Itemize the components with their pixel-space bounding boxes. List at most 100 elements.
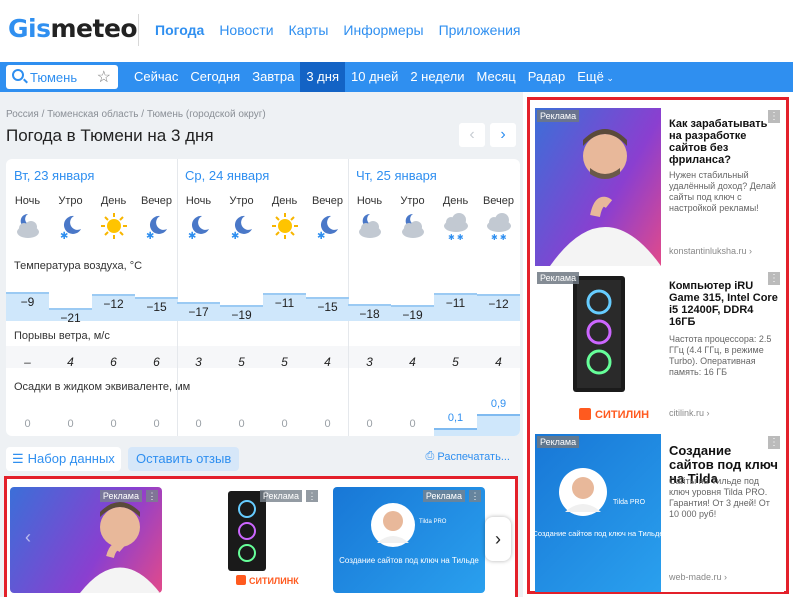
sidebar-ads: Реклама ⋮ Как зарабатывать на разработке… <box>527 97 789 594</box>
svg-text:✱: ✱ <box>188 231 196 241</box>
cloud-snow-icon: ✱ ✱ <box>434 211 477 241</box>
precip-value: 0,9 <box>490 398 507 411</box>
forecast-card: Температура воздуха, °C Порывы ветра, м/… <box>6 159 520 436</box>
cloud-snow-icon: ✱ ✱ <box>477 211 520 241</box>
precip-bar <box>477 414 520 436</box>
tab-more[interactable]: Ещё ⌄ <box>571 62 620 92</box>
man-portrait-image <box>80 502 160 593</box>
sliders-icon: ☰ <box>12 451 24 466</box>
citilink-logo-text: СИТИЛИНК <box>249 576 299 586</box>
precip-value: 0 <box>281 418 288 430</box>
period-label: Ночь <box>356 195 383 207</box>
period-label: День <box>271 195 298 207</box>
page-title: Погода в Тюмени на 3 дня <box>6 126 214 145</box>
data-set-button[interactable]: ☰ Набор данных <box>6 447 121 471</box>
ad-card[interactable]: СИТИЛИНК Реклама ⋮ <box>170 487 322 593</box>
tab-3-days[interactable]: 3 дня <box>300 62 345 92</box>
period-label: Ночь <box>185 195 212 207</box>
precip-value: 0 <box>324 418 331 430</box>
moon-cloud-icon <box>6 211 49 241</box>
city-search[interactable]: ☆ <box>6 65 118 89</box>
wind-value: – <box>24 355 31 369</box>
moon-snow-icon: ✱ <box>306 211 349 241</box>
tilda-ad-text: Создание сайтов под ключ на Тильде <box>535 529 661 538</box>
precip-value: 0 <box>195 418 202 430</box>
ad-card[interactable]: Tilda PRO Создание сайтов под ключ на Ти… <box>333 487 485 593</box>
ad-card[interactable]: Реклама ⋮ Как зарабатывать на разработке… <box>535 108 784 266</box>
ad-link[interactable]: web-made.ru › <box>669 572 727 582</box>
ad-card[interactable]: Tilda PRO Создание сайтов под ключ на Ти… <box>535 434 784 592</box>
logo-divider <box>138 14 139 46</box>
ad-title[interactable]: Компьютер iRU Game 315, Intel Core i5 12… <box>669 280 779 328</box>
top-nav-apps[interactable]: Приложения <box>439 22 521 38</box>
wind-value: 4 <box>67 355 74 369</box>
period-label: День <box>442 195 469 207</box>
tab-now[interactable]: Сейчас <box>128 62 184 92</box>
precip-value: 0 <box>24 418 31 430</box>
ad-link[interactable]: citilink.ru › <box>669 408 710 418</box>
tilda-badge-text: Tilda PRO <box>419 519 447 525</box>
tilda-ad-text: Создание сайтов под ключ на Тильде <box>339 556 479 565</box>
svg-text:✱ ✱: ✱ ✱ <box>491 233 507 241</box>
ad-label: Реклама <box>422 490 465 502</box>
tab-more-label: Ещё <box>577 69 604 84</box>
wind-value: 5 <box>238 355 245 369</box>
print-button[interactable]: ⎙ Распечатать... <box>426 450 510 463</box>
breadcrumb[interactable]: Россия / Тюменская область / Тюмень (гор… <box>6 109 266 120</box>
ad-label: Реклама <box>537 436 580 448</box>
top-nav-news[interactable]: Новости <box>219 22 273 38</box>
wind-label: Порывы ветра, м/с <box>14 330 110 342</box>
temperature-value: −15 <box>317 300 338 314</box>
precip-value: 0 <box>238 418 245 430</box>
tab-today[interactable]: Сегодня <box>184 62 246 92</box>
tab-radar[interactable]: Радар <box>522 62 572 92</box>
carousel-prev-icon[interactable]: ‹ <box>25 527 31 548</box>
temperature-value: −11 <box>274 296 295 310</box>
action-buttons: ☰ Набор данных Оставить отзыв ⎙ Распечат… <box>6 447 520 471</box>
pc-case-image: СИТИЛИНК <box>228 491 299 586</box>
carousel-next-icon[interactable]: › <box>485 517 511 561</box>
ad-card[interactable]: Реклама ⋮ <box>10 487 162 593</box>
citilink-logo-text: СИТИЛИН <box>595 409 649 421</box>
next-arrow-icon[interactable]: › <box>490 123 516 147</box>
tab-tomorrow[interactable]: Завтра <box>246 62 300 92</box>
star-icon[interactable]: ☆ <box>97 67 111 87</box>
wind-value: 4 <box>409 355 416 369</box>
top-nav-informers[interactable]: Информеры <box>343 22 423 38</box>
site-header: Gismeteo Погода Новости Карты Информеры … <box>0 0 793 62</box>
ad-card[interactable]: СИТИЛИН Реклама ⋮ Компьютер iRU Game 315… <box>535 270 784 428</box>
ad-title[interactable]: Как зарабатывать на разработке сайтов бе… <box>669 118 779 166</box>
temperature-value: −19 <box>402 308 423 322</box>
wind-value: 5 <box>281 355 288 369</box>
tilda-ad-image: Tilda PRO Создание сайтов под ключ на Ти… <box>535 468 661 538</box>
top-nav-weather[interactable]: Погода <box>155 22 204 38</box>
search-input[interactable] <box>30 68 92 86</box>
tab-month[interactable]: Месяц <box>471 62 522 92</box>
more-icon[interactable]: ⋮ <box>469 490 481 502</box>
period-label: Вечер <box>482 195 515 207</box>
moon-cloud-icon <box>391 211 434 241</box>
review-button[interactable]: Оставить отзыв <box>128 447 240 471</box>
tab-10-days[interactable]: 10 дней <box>345 62 404 92</box>
temperature-value: −12 <box>488 297 509 311</box>
svg-text:✱: ✱ <box>317 231 325 241</box>
ad-link-text: web-made.ru <box>669 572 722 582</box>
sun-icon <box>92 211 135 241</box>
ad-label: Реклама <box>259 490 302 502</box>
more-icon[interactable]: ⋮ <box>146 490 158 502</box>
prev-arrow-icon[interactable]: ‹ <box>459 123 485 147</box>
tab-2-weeks[interactable]: 2 недели <box>404 62 470 92</box>
more-icon[interactable]: ⋮ <box>306 490 318 502</box>
svg-text:✱ ✱: ✱ ✱ <box>448 233 464 241</box>
tilda-ad-image: Tilda PRO Создание сайтов под ключ на Ти… <box>339 503 479 565</box>
ad-link[interactable]: konstantinluksha.ru › <box>669 246 752 256</box>
precip-value: 0 <box>366 418 373 430</box>
precip-bar <box>434 428 477 436</box>
ad-link-text: citilink.ru <box>669 408 705 418</box>
tilda-badge-text: Tilda PRO <box>613 499 646 506</box>
top-nav-maps[interactable]: Карты <box>289 22 329 38</box>
ad-label: Реклама <box>537 272 580 284</box>
logo[interactable]: Gismeteo <box>8 14 138 43</box>
moon-snow-icon: ✱ <box>220 211 263 241</box>
precip-label: Осадки в жидком эквиваленте, мм <box>14 381 191 393</box>
